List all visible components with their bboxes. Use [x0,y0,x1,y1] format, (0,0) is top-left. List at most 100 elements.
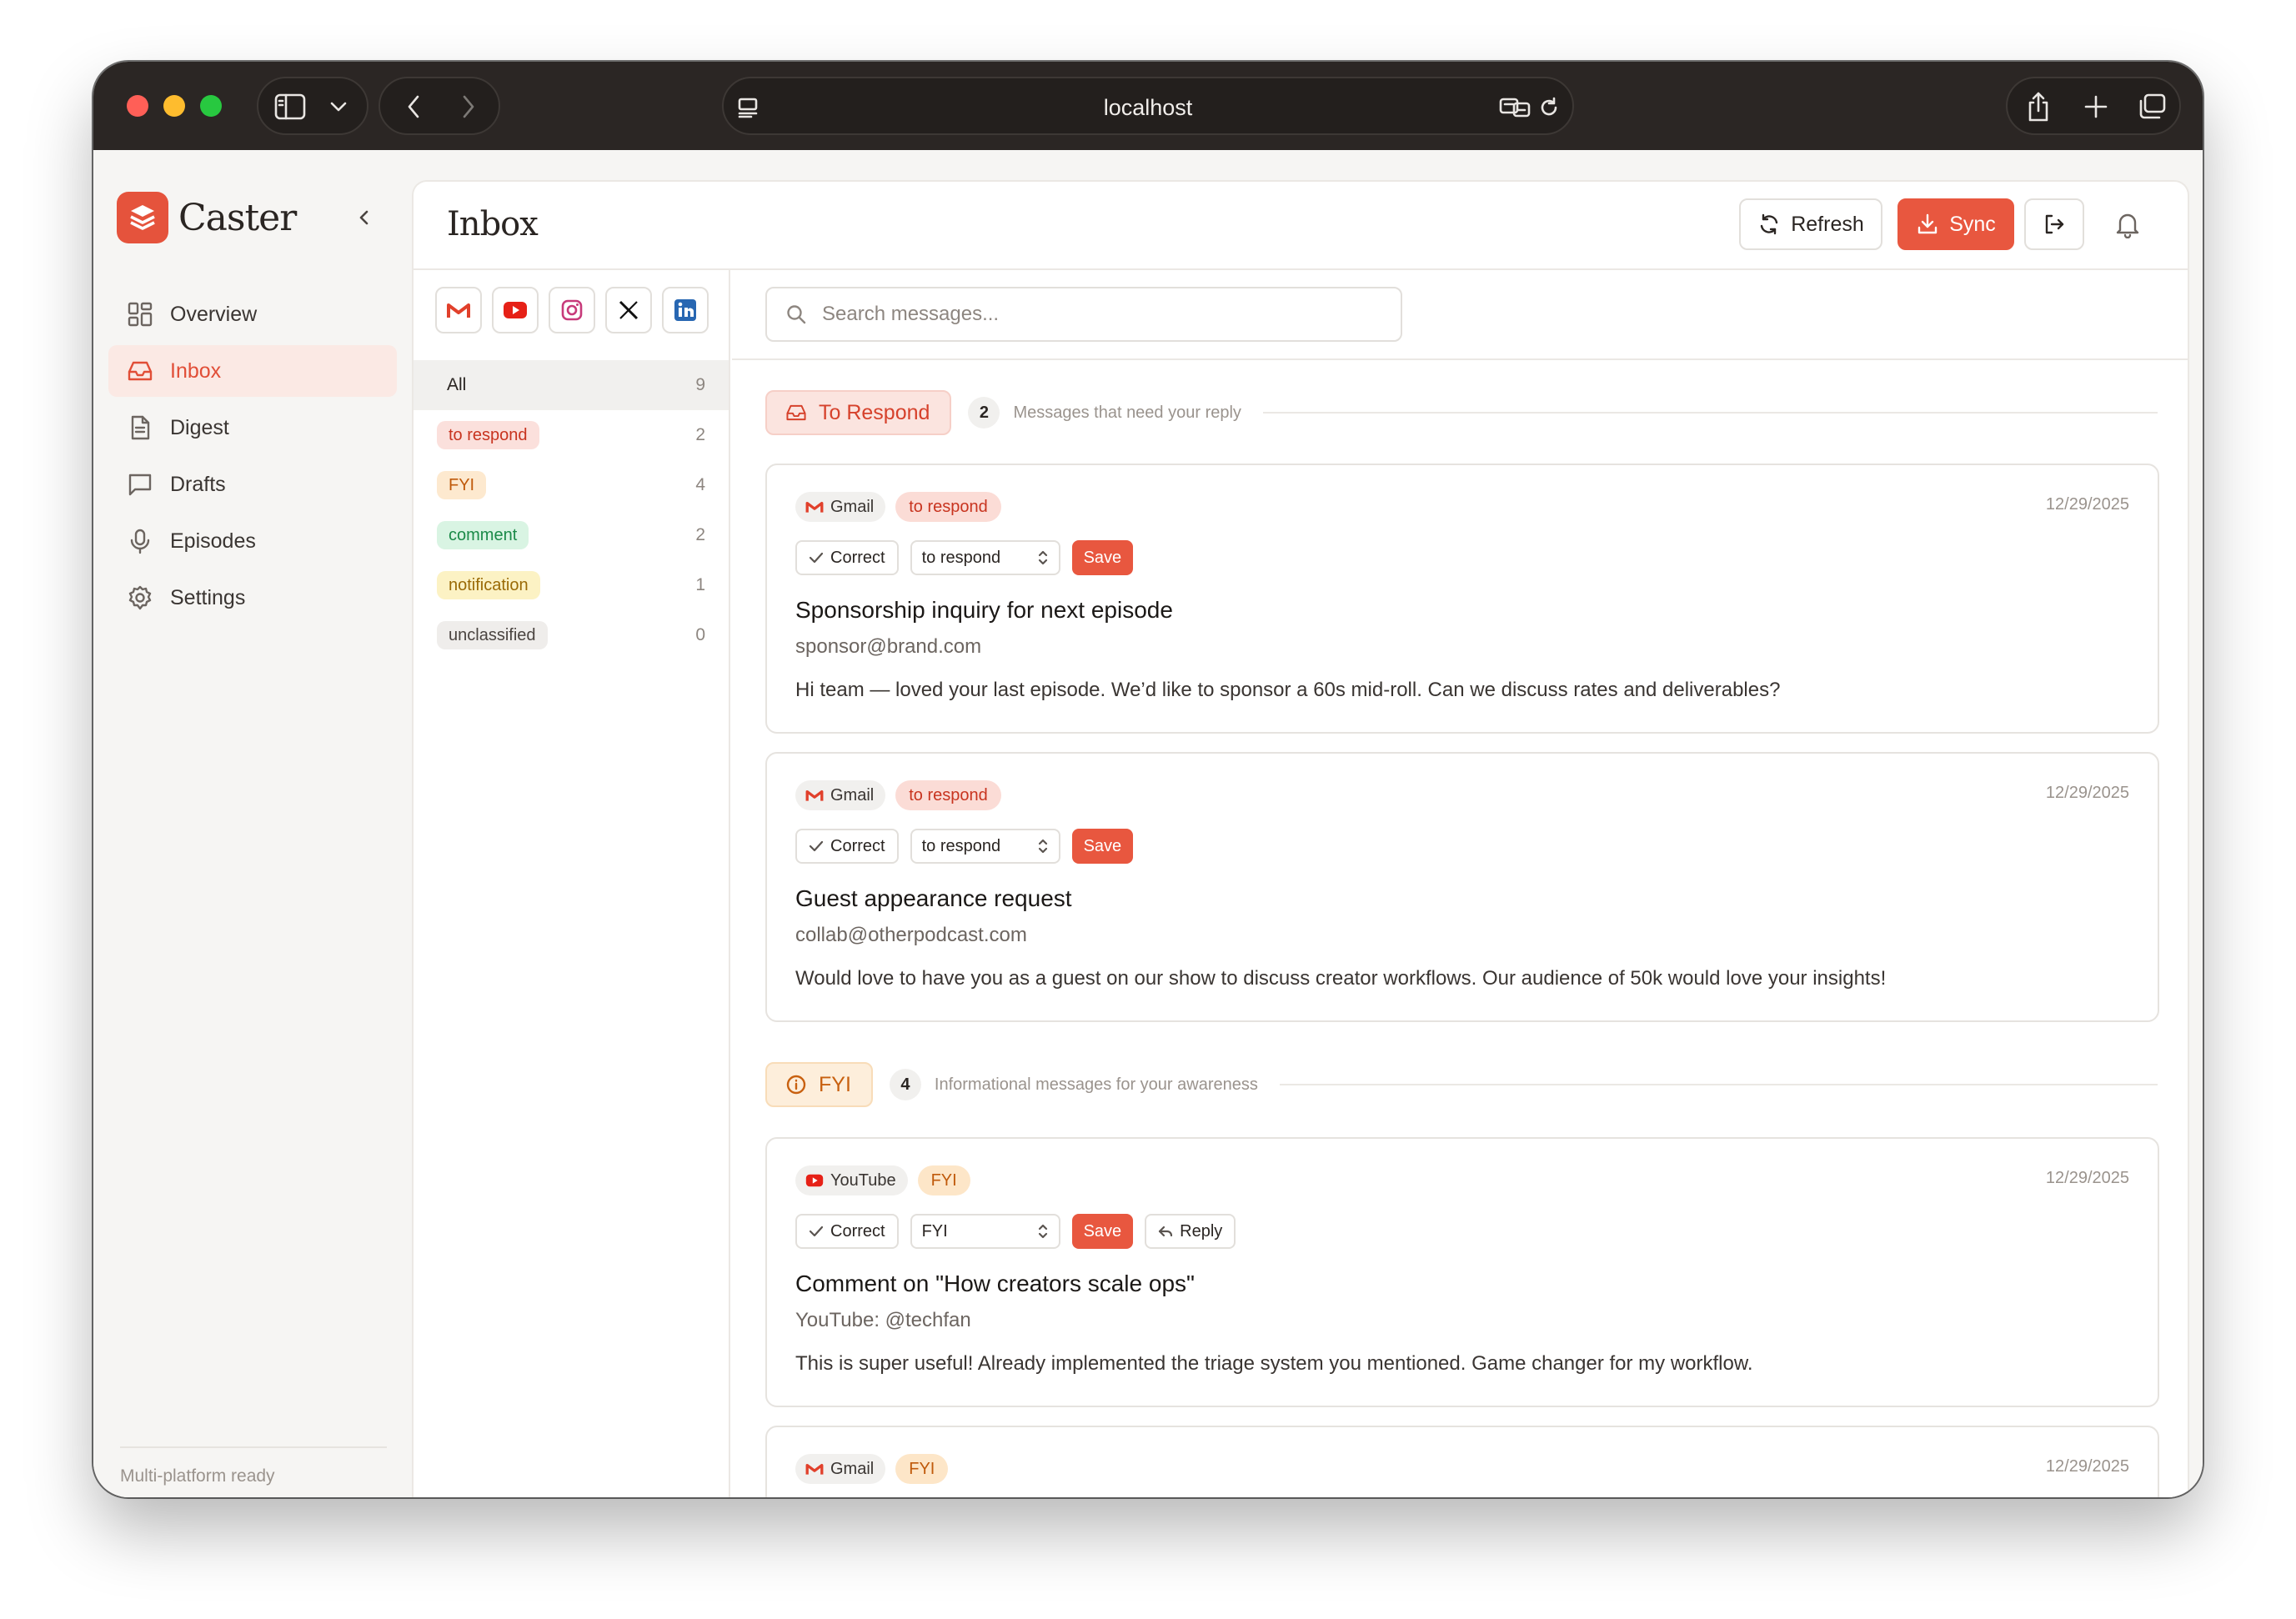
sidebar-footer: Multi-platform ready [120,1446,387,1486]
brand[interactable]: Caster [117,192,297,243]
search-box[interactable] [765,287,1402,342]
sidebar-item-settings[interactable]: Settings [108,572,397,624]
message-square-icon [128,474,152,496]
sidebar-item-label: Overview [170,302,258,326]
message-subject[interactable]: Comment on "How creators scale ops" [795,1271,1195,1297]
sidebar-item-inbox[interactable]: Inbox [108,345,397,397]
save-button[interactable]: Save [1071,829,1134,864]
save-button[interactable]: Save [1071,1214,1134,1249]
url-text[interactable]: localhost [724,78,1572,137]
chevron-updown-icon [1038,839,1047,854]
sidebar-item-drafts[interactable]: Drafts [108,459,397,510]
section-header-fyi: FYI 4 Informational messages for your aw… [765,1062,2158,1107]
youtube-filter-button[interactable] [492,287,539,333]
section-header-to-respond: To Respond 2 Messages that need your rep… [765,390,2158,435]
instagram-filter-button[interactable] [549,287,595,333]
sidebar-item-label: Digest [170,415,229,439]
share-icon[interactable] [2023,90,2054,123]
section-divider [1262,412,2158,414]
category-select[interactable]: FYI [910,1214,1060,1249]
category-select-value: FYI [921,1221,948,1241]
filter-label: notification [437,571,540,599]
address-bar[interactable]: localhost [722,77,1574,135]
message-subject[interactable]: Sponsorship inquiry for next episode [795,597,1173,624]
message-card[interactable]: Gmail to respond 12/29/2025 Correct to r… [765,752,2159,1022]
sidebar-item-digest[interactable]: Digest [108,402,397,454]
sidebar-item-overview[interactable]: Overview [108,288,397,340]
correct-button[interactable]: Correct [795,829,899,864]
correct-button[interactable]: Correct [795,1214,899,1249]
filter-fyi[interactable]: FYI 4 [414,460,729,510]
reply-button[interactable]: Reply [1145,1214,1236,1249]
save-button[interactable]: Save [1071,540,1134,575]
sidebar-item-label: Inbox [170,358,222,383]
source-label: Gmail [830,497,875,516]
category-tag: to respond [895,492,1001,522]
message-card[interactable]: YouTube FYI 12/29/2025 Correct FYI Save … [765,1137,2159,1407]
source-chip: Gmail [795,1454,886,1484]
collapse-sidebar-button[interactable] [352,205,377,230]
category-select[interactable]: to respond [910,829,1060,864]
message-card[interactable]: Gmail FYI 12/29/2025 [765,1426,2159,1497]
new-tab-icon[interactable] [2081,92,2111,122]
forward-icon[interactable] [454,92,484,122]
message-subject[interactable]: Guest appearance request [795,885,1072,912]
message-tags: Gmail to respond [795,492,1001,522]
source-chip: YouTube [795,1165,908,1195]
filter-to-respond[interactable]: to respond 2 [414,410,729,460]
category-select[interactable]: to respond [910,540,1060,575]
message-sender: sponsor@brand.com [795,635,982,658]
reload-icon[interactable] [1536,95,1562,120]
linkedin-icon [674,299,696,321]
filter-notification[interactable]: notification 1 [414,560,729,610]
message-tags: Gmail FYI [795,1454,949,1484]
check-icon [809,552,824,564]
inbox-icon [128,361,153,381]
logout-button[interactable] [2024,198,2084,250]
filter-comment[interactable]: comment 2 [414,510,729,560]
refresh-button[interactable]: Refresh [1739,198,1882,250]
message-card[interactable]: Gmail to respond 12/29/2025 Correct to r… [765,464,2159,734]
search-icon [787,305,806,324]
brand-name: Caster [178,196,297,239]
section-badge-fyi[interactable]: FYI [765,1062,873,1107]
translate-icon[interactable] [1499,95,1532,120]
sidebar-toggle-icon[interactable] [273,92,307,122]
message-list-area: To Respond 2 Messages that need your rep… [732,270,2188,1497]
back-icon[interactable] [399,92,429,122]
filter-unclassified[interactable]: unclassified 0 [414,610,729,660]
sidebar-toggle-group [257,77,368,135]
notifications-button[interactable] [2114,210,2141,243]
sync-button[interactable]: Sync [1897,198,2014,250]
filter-all[interactable]: All 9 [414,360,729,410]
correct-label: Correct [830,836,885,855]
category-filter-list: All 9 to respond 2 FYI 4 comment 2 notif… [414,360,729,660]
search-input[interactable] [822,303,1372,326]
gmail-filter-button[interactable] [435,287,482,333]
correct-label: Correct [830,1221,885,1241]
message-date: 12/29/2025 [2045,784,2129,802]
refresh-icon [1761,213,1778,235]
close-window-button[interactable] [127,95,148,117]
download-icon [1918,213,1938,234]
message-date: 12/29/2025 [2045,495,2129,514]
x-filter-button[interactable] [605,287,652,333]
youtube-icon [504,302,527,318]
filter-count: 4 [695,475,705,494]
linkedin-filter-button[interactable] [662,287,709,333]
message-tags: YouTube FYI [795,1165,970,1195]
tab-overview-icon[interactable] [2136,92,2168,122]
browser-window: localhost Caster Overview Inbox Digest D… [93,62,2203,1497]
category-tag: FYI [917,1165,970,1195]
filter-label: unclassified [437,621,548,649]
filter-count: 2 [695,425,705,444]
zoom-window-button[interactable] [200,95,222,117]
chevron-down-icon[interactable] [328,97,348,117]
correct-button[interactable]: Correct [795,540,899,575]
filter-label: comment [437,521,529,549]
youtube-icon [805,1174,824,1187]
section-badge-to-respond[interactable]: To Respond [765,390,952,435]
app-root: Caster Overview Inbox Digest Drafts Epis… [93,150,2203,1497]
sidebar-item-episodes[interactable]: Episodes [108,515,397,567]
minimize-window-button[interactable] [163,95,185,117]
